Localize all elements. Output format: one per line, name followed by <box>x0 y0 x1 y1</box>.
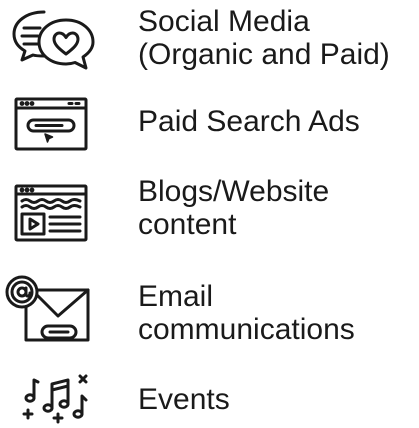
channel-label-events: Events <box>138 383 230 416</box>
channel-label-blogs-website: Blogs/Website content <box>138 175 329 241</box>
label-line: content <box>138 208 237 241</box>
channel-label-paid-search-ads: Paid Search Ads <box>138 105 360 138</box>
label-line: Social Media <box>138 5 310 38</box>
music-notes-events-icon <box>22 370 98 426</box>
website-video-content-icon <box>14 184 88 242</box>
channel-social-media: Social Media (Organic and Paid) <box>0 0 419 80</box>
search-ad-browser-icon <box>14 97 88 151</box>
label-line: communications <box>138 313 355 346</box>
social-media-heart-chat-icon <box>8 8 98 74</box>
label-line: Paid Search Ads <box>138 105 360 138</box>
label-line: (Organic and Paid) <box>138 38 390 71</box>
channel-label-social-media: Social Media (Organic and Paid) <box>138 5 390 71</box>
label-line: Email <box>138 280 214 313</box>
channel-paid-search-ads: Paid Search Ads <box>0 95 419 155</box>
email-envelope-icon <box>2 274 92 346</box>
label-line: Events <box>138 383 230 416</box>
marketing-channel-list: Social Media (Organic and Paid) Paid Sea… <box>0 0 419 428</box>
channel-email: Email communications <box>0 272 419 352</box>
label-line: Blogs/Website <box>138 175 330 208</box>
channel-blogs-website: Blogs/Website content <box>0 175 419 255</box>
channel-events: Events <box>0 366 419 428</box>
channel-label-email: Email communications <box>138 280 355 346</box>
